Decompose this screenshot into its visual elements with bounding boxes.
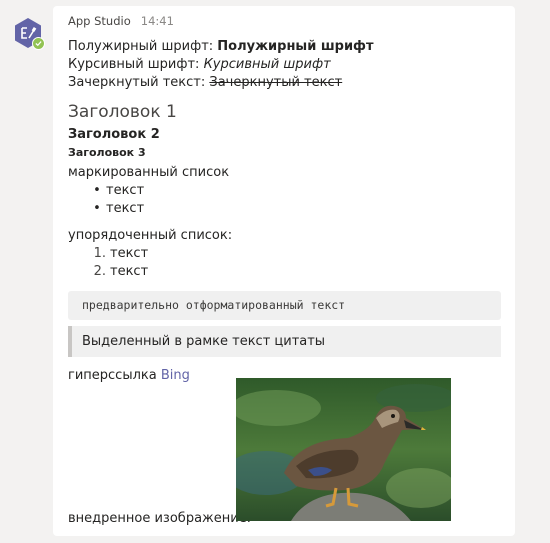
italic-label: Курсивный шрифт: bbox=[68, 57, 204, 72]
heading-2: Заголовок 2 bbox=[68, 127, 160, 142]
embedded-image-label: внедренное изображение: bbox=[68, 511, 252, 526]
list-item: 2. текст bbox=[93, 264, 149, 279]
heading-3: Заголовок 3 bbox=[68, 146, 146, 159]
italic-text: Курсивный шрифт bbox=[203, 57, 331, 72]
bing-link[interactable]: Bing bbox=[161, 368, 190, 383]
check-icon bbox=[35, 41, 42, 47]
message-header: App Studio 14:41 bbox=[68, 14, 174, 28]
hyperlink-line: гиперссылка Bing bbox=[68, 367, 190, 385]
italic-line: Курсивный шрифт: Курсивный шрифт bbox=[68, 56, 331, 74]
bold-line: Полужирный шрифт: Полужирный шрифт bbox=[68, 38, 373, 56]
sender-name[interactable]: App Studio bbox=[68, 14, 131, 28]
message-card: App Studio 14:41 Полужирный шрифт: Полуж… bbox=[53, 6, 515, 536]
status-available-icon bbox=[32, 37, 45, 50]
strike-text: Зачеркнутый текст bbox=[209, 75, 343, 90]
strike-line: Зачеркнутый текст: Зачеркнутый текст bbox=[68, 74, 342, 92]
duck-image[interactable] bbox=[236, 378, 451, 521]
bulleted-list-label: маркированный список bbox=[68, 165, 230, 180]
preformatted-block: предварительно отформатированный текст bbox=[68, 291, 501, 320]
ordered-list: 1. текст 2. текст bbox=[88, 245, 149, 281]
strike-label: Зачеркнутый текст: bbox=[68, 75, 210, 90]
list-item: • текст bbox=[88, 200, 144, 218]
bold-text: Полужирный шрифт bbox=[217, 39, 374, 54]
ordered-list-label: упорядоченный список: bbox=[68, 228, 233, 243]
hyperlink-label: гиперссылка bbox=[68, 368, 161, 383]
bulleted-list: • текст • текст bbox=[88, 182, 144, 218]
bullet-icon: • bbox=[93, 201, 101, 216]
heading-1: Заголовок 1 bbox=[68, 102, 177, 122]
message-time: 14:41 bbox=[140, 14, 174, 28]
blockquote: Выделенный в рамке текст цитаты bbox=[68, 326, 501, 357]
list-item: 1. текст bbox=[93, 246, 149, 261]
list-item: • текст bbox=[88, 182, 144, 200]
bold-label: Полужирный шрифт: bbox=[68, 39, 218, 54]
bullet-icon: • bbox=[93, 183, 101, 198]
